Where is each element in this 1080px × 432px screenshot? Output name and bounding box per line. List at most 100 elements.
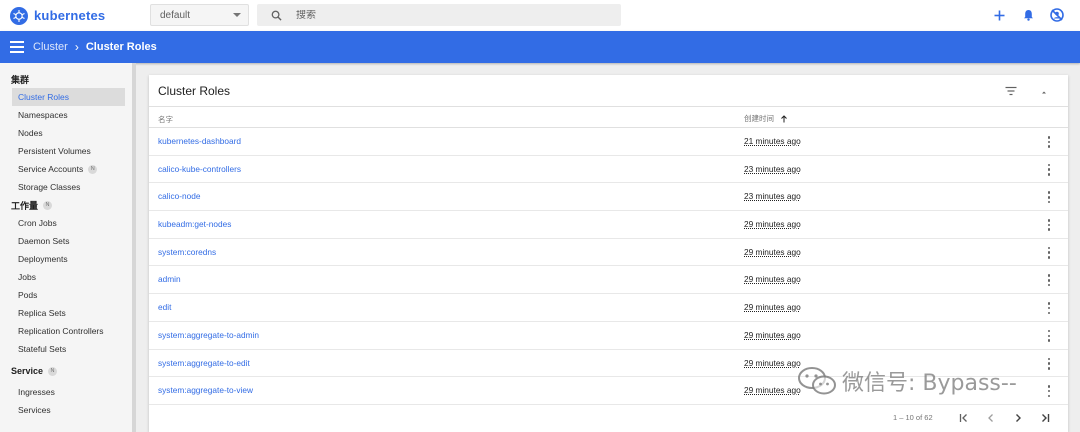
column-header-name[interactable]: 名字 [158,114,173,125]
sidebar-item-service-accounts[interactable]: Service Accounts N [12,160,125,178]
row-name-link[interactable]: calico-node [158,191,200,201]
sidebar-item-label: Jobs [18,272,36,282]
table-row: system:aggregate-to-admin 29 minutes ago [149,322,1068,350]
menu-button[interactable] [10,41,24,53]
row-name-link[interactable]: system:coredns [158,247,216,257]
first-page-button[interactable] [957,411,971,425]
sidebar-item-pods[interactable]: Pods [12,286,125,304]
sidebar: 集群 Cluster Roles Namespaces Nodes Persis… [0,63,136,432]
sidebar-item-deployments[interactable]: Deployments [12,250,125,268]
sidebar-section-label: Service [11,366,44,376]
arrow-up-icon [781,114,787,122]
search-input[interactable] [296,9,596,21]
breadcrumb-current: Cluster Roles [85,41,157,53]
table-row: system:aggregate-to-edit 29 minutes ago [149,350,1068,378]
more-vert-icon[interactable] [1046,385,1052,398]
namespace-select-value: default [160,9,191,21]
table-row: kubeadm:get-nodes 29 minutes ago [149,211,1068,239]
menu-icon-line [10,41,24,43]
filter-button[interactable] [1005,83,1019,97]
more-vert-icon[interactable] [1046,163,1052,176]
more-vert-icon[interactable] [1046,246,1052,259]
sidebar-section-label: 集群 [11,74,30,85]
column-header-created[interactable]: 创建时间 [744,113,788,124]
namespaced-badge: N [88,164,98,174]
row-name-link[interactable]: system:aggregate-to-admin [158,330,259,340]
row-created: 23 minutes ago [744,163,801,174]
sidebar-item-cluster-roles[interactable]: Cluster Roles [12,88,125,106]
sidebar-item-replication-controllers[interactable]: Replication Controllers [12,322,125,340]
sidebar-item-storage-classes[interactable]: Storage Classes [12,178,125,196]
sidebar-item-ingresses[interactable]: Ingresses [12,383,125,401]
sidebar-item-nodes[interactable]: Nodes [12,124,125,142]
row-name-link[interactable]: edit [158,302,171,312]
sidebar-item-jobs[interactable]: Jobs [12,268,125,286]
table-header: 名字 创建时间 [149,106,1068,128]
sidebar-section-cluster[interactable]: 集群 [0,70,132,88]
sidebar-item-label: Pods [18,290,38,300]
more-vert-icon[interactable] [1046,329,1052,342]
row-name-link[interactable]: system:aggregate-to-edit [158,358,250,368]
brand-name: kubernetes [34,8,106,23]
chevron-right-icon: › [74,40,79,54]
pagination-range: 1 – 10 of 62 [893,413,933,422]
page-header: Cluster › Cluster Roles [0,31,1080,63]
paginator: 1 – 10 of 62 [149,405,1068,432]
row-created: 29 minutes ago [744,274,801,285]
more-vert-icon[interactable] [1046,136,1052,148]
logo[interactable]: kubernetes [10,6,150,25]
sidebar-item-label: Service Accounts [18,164,84,174]
menu-icon-line [10,51,24,53]
bell-icon [1023,10,1033,21]
row-created: 29 minutes ago [744,302,801,313]
plus-icon [994,10,1004,20]
table-row: system:aggregate-to-view 29 minutes ago [149,377,1068,405]
account-button[interactable] [1048,6,1066,24]
sidebar-section-service[interactable]: Service N [0,362,132,380]
breadcrumb-cluster[interactable]: Cluster [33,41,68,53]
row-name-link[interactable]: calico-kube-controllers [158,164,241,174]
more-vert-icon[interactable] [1046,274,1052,287]
column-header-created-label: 创建时间 [744,114,774,123]
more-vert-icon[interactable] [1046,302,1052,315]
sidebar-item-daemon-sets[interactable]: Daemon Sets [12,232,125,250]
row-created: 29 minutes ago [744,329,801,340]
sidebar-item-label: Services [18,405,51,415]
table-row: system:coredns 29 minutes ago [149,239,1068,267]
sidebar-item-cron-jobs[interactable]: Cron Jobs [12,214,125,232]
sidebar-item-stateful-sets[interactable]: Stateful Sets [12,340,125,358]
sidebar-item-label: Daemon Sets [18,236,70,246]
more-vert-icon[interactable] [1046,191,1052,204]
sidebar-item-replica-sets[interactable]: Replica Sets [12,304,125,322]
top-bar: kubernetes default [0,0,1080,31]
more-vert-icon[interactable] [1046,357,1052,370]
table-row: edit 29 minutes ago [149,294,1068,322]
sidebar-item-label: Namespaces [18,110,68,120]
row-created: 29 minutes ago [744,385,801,396]
collapse-button[interactable] [1039,83,1053,97]
sidebar-item-label: Cron Jobs [18,218,57,228]
sidebar-section-workloads[interactable]: 工作量 N [0,196,132,214]
row-name-link[interactable]: kubeadm:get-nodes [158,219,231,229]
notifications-button[interactable] [1019,6,1037,24]
table-body: kubernetes-dashboard 21 minutes ago calic… [149,128,1068,405]
row-name-link[interactable]: system:aggregate-to-view [158,385,253,395]
sidebar-item-persistent-volumes[interactable]: Persistent Volumes [12,142,125,160]
card-title: Cluster Roles [158,84,231,98]
row-name-link[interactable]: admin [158,274,181,284]
next-page-button[interactable] [1011,411,1025,425]
cluster-roles-card: Cluster Roles 名字 创建时间 kubernetes-dashboa… [149,75,1068,432]
top-actions [979,6,1066,24]
more-vert-icon[interactable] [1046,219,1052,232]
sidebar-item-label: Ingresses [18,387,55,397]
previous-page-button[interactable] [984,411,998,425]
sidebar-item-services[interactable]: Services [12,401,125,419]
sidebar-item-namespaces[interactable]: Namespaces [12,106,125,124]
row-name-link[interactable]: kubernetes-dashboard [158,136,241,146]
sidebar-item-label: Replica Sets [18,308,66,318]
last-page-button[interactable] [1038,411,1052,425]
namespace-select[interactable]: default [150,4,249,26]
chevron-right-icon [1016,414,1021,422]
kubernetes-helm-icon [10,6,28,25]
create-button[interactable] [990,6,1008,24]
